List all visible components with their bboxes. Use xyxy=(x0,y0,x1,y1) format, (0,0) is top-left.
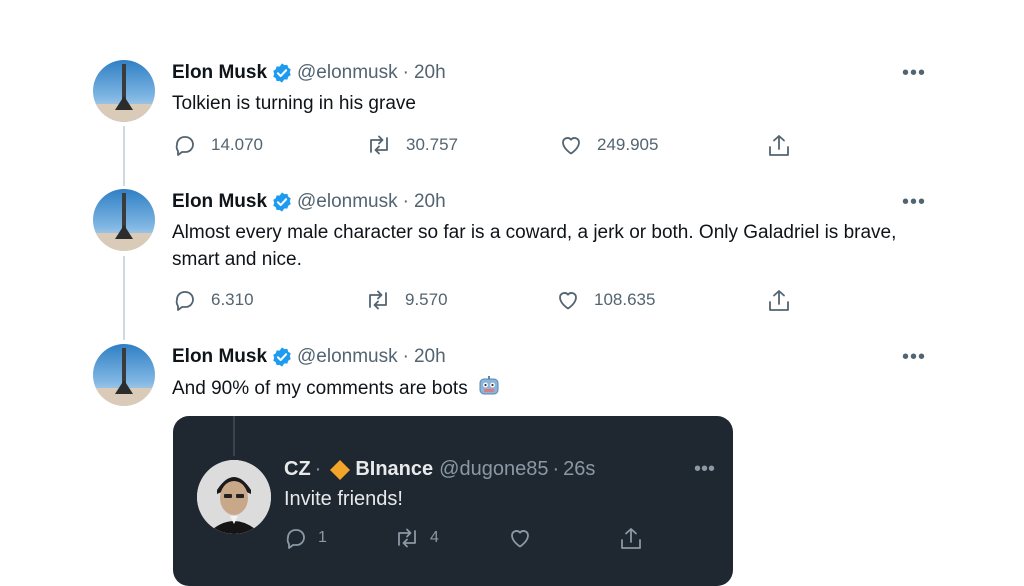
embedded-screenshot-card[interactable]: CZ · BInance @dugone85 · 26s ••• Invite … xyxy=(173,416,733,586)
verified-badge-icon xyxy=(271,346,293,368)
display-name[interactable]: CZ xyxy=(284,458,311,481)
timestamp[interactable]: 26s xyxy=(563,458,595,481)
timestamp[interactable]: 20h xyxy=(414,62,446,84)
like-button[interactable] xyxy=(508,526,542,550)
thread-line xyxy=(123,256,125,340)
share-icon xyxy=(769,290,789,311)
retweet-count: 30.757 xyxy=(406,135,458,154)
separator: · xyxy=(552,458,560,480)
like-button[interactable]: 249.905 xyxy=(559,133,658,157)
share-button[interactable] xyxy=(619,526,653,552)
reply-count: 14.070 xyxy=(211,135,263,154)
retweet-icon xyxy=(370,135,388,155)
retweet-count: 9.570 xyxy=(405,290,448,309)
more-icon[interactable]: ••• xyxy=(902,63,926,83)
separator: · xyxy=(402,346,409,367)
like-count: 108.635 xyxy=(594,290,656,309)
more-icon[interactable]: ••• xyxy=(902,192,926,212)
like-count: 249.905 xyxy=(597,135,659,154)
handle[interactable]: @elonmusk xyxy=(297,62,398,84)
tweet-header: CZ · BInance @dugone85 · 26s xyxy=(284,458,595,481)
tweet-header: Elon Musk @elonmusk · 20h xyxy=(172,346,446,368)
tweet-text: Tolkien is turning in his grave xyxy=(172,93,416,114)
reply-button[interactable]: 14.070 xyxy=(173,133,263,157)
timestamp[interactable]: 20h xyxy=(414,191,446,213)
tweet-text: And 90% of my comments are bots xyxy=(172,374,912,406)
tweet-text-body: And 90% of my comments are bots xyxy=(172,378,468,399)
tweet-text: Invite friends! xyxy=(284,488,403,510)
avatar[interactable] xyxy=(93,344,155,406)
reply-button[interactable]: 1 xyxy=(284,526,327,550)
retweet-count: 4 xyxy=(430,529,439,546)
share-icon xyxy=(621,528,641,549)
retweet-icon xyxy=(398,528,416,548)
reply-icon xyxy=(175,136,194,156)
robot-emoji-icon xyxy=(477,374,501,406)
share-button[interactable] xyxy=(767,288,805,314)
separator: · xyxy=(402,62,409,83)
display-name[interactable]: Elon Musk xyxy=(172,62,267,84)
thread-line xyxy=(233,416,235,456)
handle[interactable]: @elonmusk xyxy=(297,346,398,368)
more-icon[interactable]: ••• xyxy=(694,459,715,479)
timestamp[interactable]: 20h xyxy=(414,346,446,368)
verified-badge-icon xyxy=(271,191,293,213)
share-button[interactable] xyxy=(767,133,805,159)
retweet-button[interactable]: 4 xyxy=(394,526,439,550)
separator: · xyxy=(314,458,322,480)
thread-line xyxy=(123,126,125,186)
retweet-button[interactable]: 30.757 xyxy=(366,133,458,157)
tweet-text: Almost every male character so far is a … xyxy=(172,222,897,270)
more-icon[interactable]: ••• xyxy=(902,347,926,367)
reply-count: 6.310 xyxy=(211,290,254,309)
handle[interactable]: @dugone85 xyxy=(439,458,548,481)
heart-icon xyxy=(562,137,580,155)
display-name-suffix[interactable]: BInance xyxy=(355,458,433,481)
avatar[interactable] xyxy=(197,460,271,534)
tweet-header: Elon Musk @elonmusk · 20h xyxy=(172,62,446,84)
cropped-actions-row xyxy=(283,416,703,427)
like-button[interactable]: 108.635 xyxy=(556,288,655,312)
avatar[interactable] xyxy=(93,60,155,122)
handle[interactable]: @elonmusk xyxy=(297,191,398,213)
reply-button[interactable]: 6.310 xyxy=(173,288,254,312)
reply-icon xyxy=(286,529,305,549)
reply-icon xyxy=(175,291,194,311)
reply-count: 1 xyxy=(318,529,327,546)
diamond-icon xyxy=(329,459,351,481)
heart-icon xyxy=(511,530,529,548)
avatar[interactable] xyxy=(93,189,155,251)
separator: · xyxy=(402,191,409,212)
retweet-button[interactable]: 9.570 xyxy=(365,288,448,312)
verified-badge-icon xyxy=(271,62,293,84)
retweet-icon xyxy=(369,290,387,310)
display-name[interactable]: Elon Musk xyxy=(172,346,267,368)
display-name[interactable]: Elon Musk xyxy=(172,191,267,213)
share-icon xyxy=(769,135,789,156)
tweet-header: Elon Musk @elonmusk · 20h xyxy=(172,191,446,213)
heart-icon xyxy=(559,292,577,310)
